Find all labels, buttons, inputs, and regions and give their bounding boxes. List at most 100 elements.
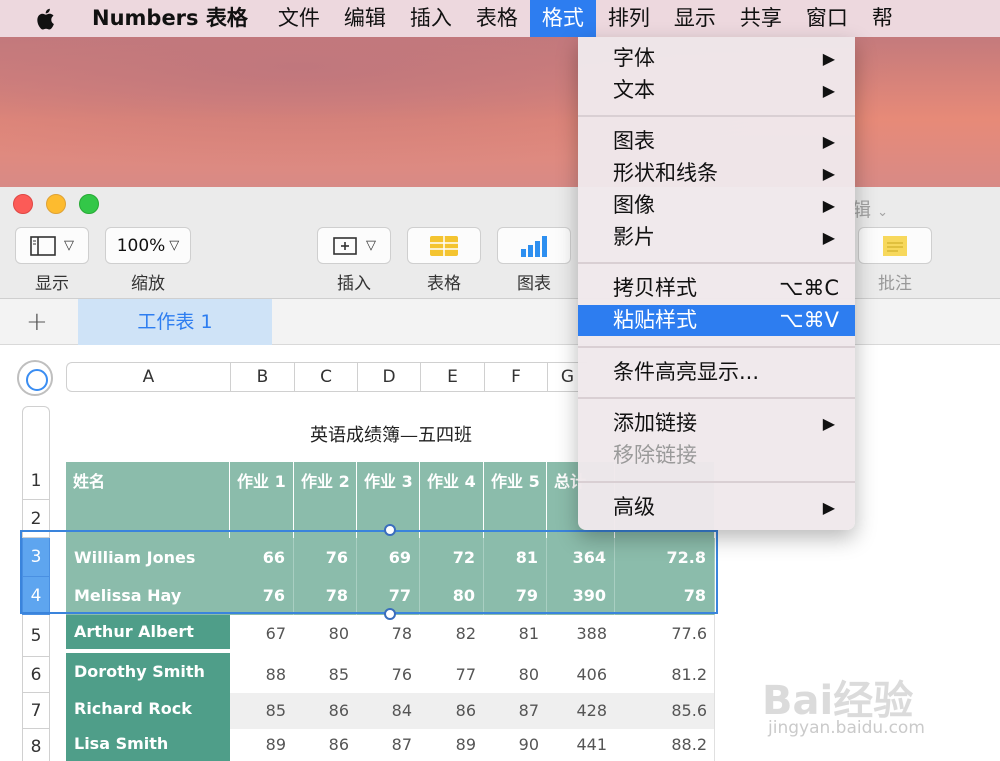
header-cell-name[interactable]: 姓名 xyxy=(66,462,230,538)
table-cell[interactable]: 87 xyxy=(484,693,547,729)
baidu-watermark: Bai经验 jingyan.baidu.com xyxy=(762,660,972,750)
menu-item-image[interactable]: 图像 ▶ xyxy=(578,190,855,221)
table-cell[interactable]: 86 xyxy=(294,729,357,761)
table-cell[interactable]: 80 xyxy=(484,657,547,693)
table-cell[interactable]: 441 xyxy=(547,729,615,761)
menu-arrange[interactable]: 排列 xyxy=(596,0,662,37)
table-cell[interactable]: 84 xyxy=(357,693,420,729)
menu-item-shapes-lines[interactable]: 形状和线条 ▶ xyxy=(578,158,855,189)
comment-button[interactable] xyxy=(858,227,932,264)
table-cell[interactable]: 86 xyxy=(294,693,357,729)
column-header-a[interactable]: A xyxy=(66,362,230,392)
menu-item-movie[interactable]: 影片 ▶ xyxy=(578,222,855,253)
menu-item-copy-style[interactable]: 拷贝样式 ⌥⌘C xyxy=(578,273,855,304)
menu-window[interactable]: 窗口 xyxy=(794,0,860,37)
apple-icon[interactable] xyxy=(34,7,56,31)
table-cell-name[interactable]: Lisa Smith xyxy=(66,727,230,761)
table-cell[interactable]: 77.6 xyxy=(615,615,715,653)
add-sheet-button[interactable]: + xyxy=(26,307,48,337)
header-cell-hw5[interactable]: 作业 5 xyxy=(484,462,547,538)
column-header-c[interactable]: C xyxy=(294,362,357,392)
table-button[interactable] xyxy=(407,227,481,264)
table-cell[interactable]: 89 xyxy=(230,729,294,761)
menu-item-conditional-highlight[interactable]: 条件高亮显示... xyxy=(578,357,855,388)
menu-edit[interactable]: 编辑 xyxy=(332,0,398,37)
row-header-8[interactable]: 8 xyxy=(22,729,50,761)
menu-app-name[interactable]: Numbers 表格 xyxy=(78,0,266,37)
table-cell[interactable]: 428 xyxy=(547,693,615,729)
table-cell[interactable]: 81 xyxy=(484,615,547,653)
menu-item-text[interactable]: 文本 ▶ xyxy=(578,75,855,106)
table-cell-name[interactable]: Richard Rock xyxy=(66,691,230,727)
table-cell[interactable]: 85 xyxy=(294,657,357,693)
menu-separator xyxy=(578,481,855,483)
submenu-arrow-icon: ▶ xyxy=(822,498,835,517)
insert-icon xyxy=(333,236,357,255)
row-header-1[interactable]: 1 xyxy=(22,462,50,500)
table-cell[interactable]: 85 xyxy=(230,693,294,729)
column-header-f[interactable]: F xyxy=(484,362,547,392)
selection-handle-top[interactable] xyxy=(384,524,396,536)
menu-share[interactable]: 共享 xyxy=(728,0,794,37)
table-cell[interactable]: 388 xyxy=(547,615,615,653)
header-cell-hw2[interactable]: 作业 2 xyxy=(294,462,357,538)
close-button[interactable] xyxy=(13,194,33,214)
menu-file[interactable]: 文件 xyxy=(266,0,332,37)
menu-format[interactable]: 格式 xyxy=(529,0,596,37)
zoom-label: 缩放 xyxy=(131,274,165,294)
column-header-b[interactable]: B xyxy=(230,362,294,392)
table-cell[interactable]: 78 xyxy=(357,615,420,653)
column-header-d[interactable]: D xyxy=(357,362,420,392)
menu-item-chart[interactable]: 图表 ▶ xyxy=(578,126,855,157)
menu-insert[interactable]: 插入 xyxy=(398,0,464,37)
row-selection-outline xyxy=(20,530,718,614)
menu-separator xyxy=(578,262,855,264)
table-cell[interactable]: 85.6 xyxy=(615,693,715,729)
table-cell[interactable]: 80 xyxy=(294,615,357,653)
bar-chart-icon xyxy=(521,235,547,257)
zoom-value: 100% xyxy=(116,235,166,256)
menu-help[interactable]: 帮 xyxy=(860,0,905,37)
submenu-arrow-icon: ▶ xyxy=(822,49,835,68)
menu-view[interactable]: 显示 xyxy=(662,0,728,37)
table-cell[interactable]: 77 xyxy=(420,657,484,693)
chevron-down-icon: ▽ xyxy=(169,238,180,253)
zoom-popup[interactable]: 100% ▽ xyxy=(105,227,191,264)
minimize-button[interactable] xyxy=(46,194,66,214)
menu-separator xyxy=(578,346,855,348)
menu-item-add-link[interactable]: 添加链接 ▶ xyxy=(578,408,855,439)
format-menu: 字体 ▶ 文本 ▶ 图表 ▶ 形状和线条 ▶ 图像 ▶ 影片 ▶ 拷贝样式 ⌥⌘C 粘贴样式 ⌥… xyxy=(578,37,855,530)
table-cell[interactable]: 88 xyxy=(230,657,294,693)
table-cell[interactable]: 86 xyxy=(420,693,484,729)
menu-item-font[interactable]: 字体 ▶ xyxy=(578,43,855,74)
zoom-window-button[interactable] xyxy=(79,194,99,214)
table-cell[interactable]: 81.2 xyxy=(615,657,715,693)
insert-button[interactable]: ▽ xyxy=(317,227,391,264)
table-cell[interactable]: 89 xyxy=(420,729,484,761)
row-header-7[interactable]: 7 xyxy=(22,693,50,729)
table-cell[interactable]: 76 xyxy=(357,657,420,693)
menu-item-advanced[interactable]: 高级 ▶ xyxy=(578,492,855,523)
column-header-e[interactable]: E xyxy=(420,362,484,392)
selection-handle-bottom[interactable] xyxy=(384,608,396,620)
row-header-5[interactable]: 5 xyxy=(22,615,50,657)
view-button[interactable]: ▽ xyxy=(15,227,89,264)
table-cell[interactable]: 90 xyxy=(484,729,547,761)
table-cell-name[interactable]: Arthur Albert xyxy=(66,615,230,649)
edit-menu-ghost: 辑 ⌄ xyxy=(852,199,888,221)
header-cell-hw4[interactable]: 作业 4 xyxy=(420,462,484,538)
table-cell[interactable]: 82 xyxy=(420,615,484,653)
menu-item-remove-link: 移除链接 xyxy=(613,443,697,467)
row-header-6[interactable]: 6 xyxy=(22,657,50,693)
tab-sheet-1[interactable]: 工作表 1 xyxy=(78,299,272,345)
menu-item-paste-style[interactable]: 粘贴样式 ⌥⌘V xyxy=(578,305,855,336)
table-cell-name[interactable]: Dorothy Smith xyxy=(66,653,230,691)
chart-button[interactable] xyxy=(497,227,571,264)
menu-table[interactable]: 表格 xyxy=(464,0,530,37)
select-all-button[interactable] xyxy=(17,360,53,396)
table-cell[interactable]: 67 xyxy=(230,615,294,653)
table-cell[interactable]: 87 xyxy=(357,729,420,761)
header-cell-hw1[interactable]: 作业 1 xyxy=(230,462,294,538)
table-cell[interactable]: 406 xyxy=(547,657,615,693)
table-cell[interactable]: 88.2 xyxy=(615,729,715,761)
